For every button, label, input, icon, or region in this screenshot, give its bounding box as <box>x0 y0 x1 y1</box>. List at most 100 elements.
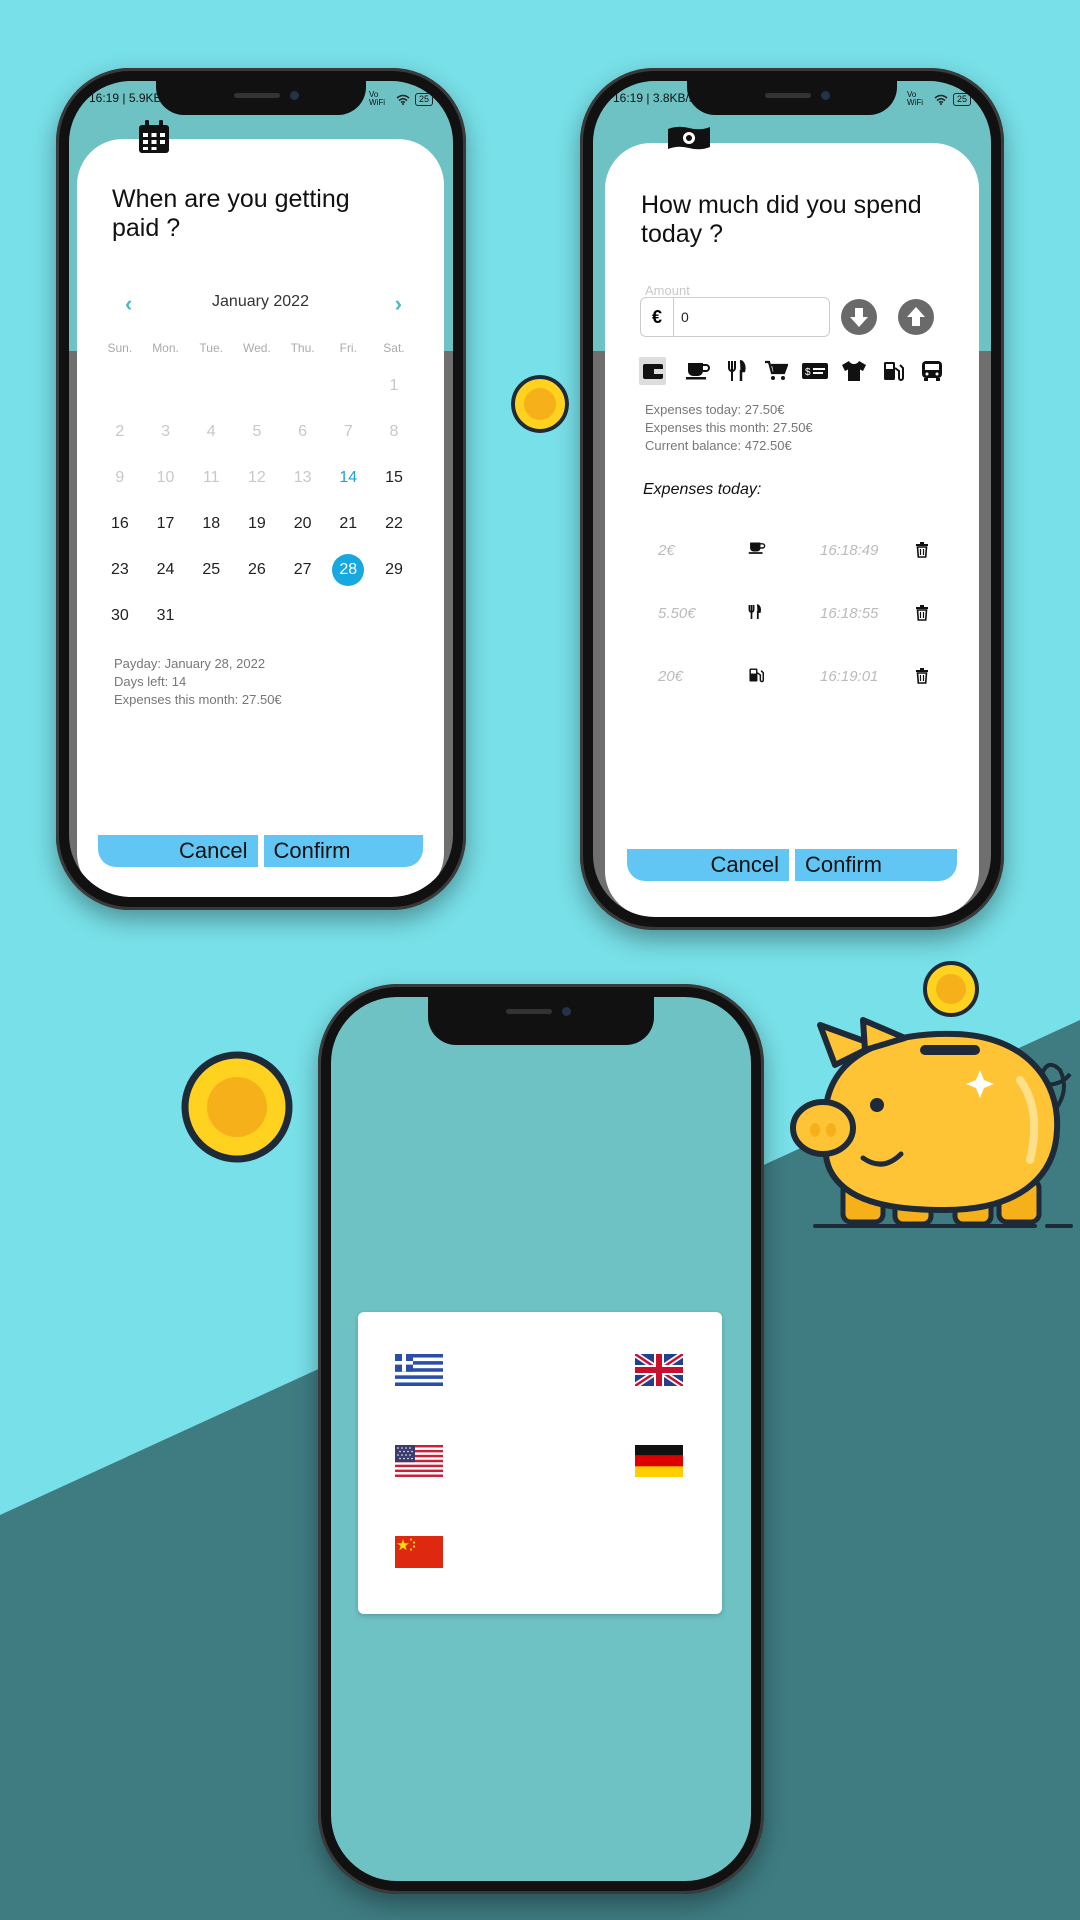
calendar-day[interactable]: 17 <box>143 515 189 533</box>
calendar-day[interactable]: 22 <box>371 515 417 533</box>
weekday-label: Mon. <box>152 341 179 355</box>
calendar-day: 6 <box>280 423 326 441</box>
calendar-day[interactable]: 16 <box>97 515 143 533</box>
trash-icon[interactable] <box>915 605 929 625</box>
calendar-day[interactable]: 18 <box>188 515 234 533</box>
calendar-day-label: 18 <box>202 515 221 532</box>
arrow-down-circle-icon[interactable] <box>841 299 877 335</box>
expense-amount: 20€ <box>658 668 684 685</box>
wifi-icon <box>396 94 410 105</box>
calendar-week-row: 2 3 4 5 6 7 8 <box>97 409 417 455</box>
calendar-day-label: 20 <box>293 515 312 532</box>
calendar-day: 7 <box>325 423 371 441</box>
phone-screen: 16:19 | 5.9KB/s Vo WiFi 25 When are you … <box>69 81 453 897</box>
phone-screen: 16:19 | 3.8KB/s Vo WiFi 25 How much did … <box>593 81 991 917</box>
calendar-day-label: 30 <box>110 607 129 624</box>
flag-uk-icon[interactable] <box>635 1354 683 1386</box>
trash-icon[interactable] <box>915 542 929 562</box>
calendar-day-selected[interactable]: 28 <box>325 554 371 586</box>
trash-icon[interactable] <box>915 668 929 688</box>
wallet-icon[interactable] <box>639 357 666 385</box>
calendar-day[interactable]: 30 <box>97 607 143 625</box>
calendar-day[interactable]: 31 <box>143 607 189 625</box>
calendar-day-label: 28 <box>332 554 365 586</box>
cancel-button[interactable]: Cancel <box>98 835 258 867</box>
calendar-day-label: 10 <box>156 469 175 486</box>
amount-label: Amount <box>645 283 690 298</box>
calendar-day[interactable]: 23 <box>97 561 143 579</box>
cancel-button[interactable]: Cancel <box>627 849 789 881</box>
banknote-icon <box>668 126 710 150</box>
calendar-day-label: 12 <box>248 469 266 486</box>
language-dialog <box>358 1312 722 1614</box>
calendar-day: 13 <box>280 469 326 487</box>
calendar-header: ‹ January 2022 › <box>77 289 444 319</box>
payday-info: Payday: January 28, 2022 Days left: 14 E… <box>114 655 282 709</box>
coffee-icon[interactable] <box>678 357 717 385</box>
expenses-month-text: Expenses this month: 27.50€ <box>114 692 282 707</box>
calendar-day-label: 6 <box>298 423 308 440</box>
phone-notch <box>687 81 897 115</box>
calendar-day: 10 <box>143 469 189 487</box>
flag-usa-icon[interactable] <box>395 1445 443 1477</box>
amount-input[interactable]: € 0 <box>640 297 830 337</box>
calendar-day-label: 29 <box>385 561 403 578</box>
expenses-month-text: Expenses this month: 27.50€ <box>645 420 813 435</box>
phone-notch <box>428 997 654 1045</box>
calendar-week-row: 16 17 18 19 20 21 22 <box>97 501 417 547</box>
wifi-icon <box>934 94 948 105</box>
weekday-label: Thu. <box>290 341 315 355</box>
calendar-day[interactable]: 19 <box>234 515 280 533</box>
confirm-button[interactable]: Confirm <box>795 849 957 881</box>
wifi-status: Vo WiFi <box>368 90 385 107</box>
calendar-card: When are you getting paid ? ‹ January 20… <box>77 139 444 897</box>
calendar-week-row: 23 24 25 26 27 28 29 <box>97 547 417 593</box>
calendar-day[interactable]: 25 <box>188 561 234 579</box>
calendar-day[interactable]: 24 <box>143 561 189 579</box>
battery-indicator: 25 <box>414 92 433 106</box>
weekday-label: Sat. <box>383 341 405 355</box>
calendar-day-label: 14 <box>339 469 358 486</box>
calendar-day-label: 9 <box>115 469 125 486</box>
flag-china-icon[interactable] <box>395 1536 443 1568</box>
phone-language <box>318 984 764 1894</box>
expense-row: 5.50€ 16:18:55 <box>605 600 979 630</box>
calendar-day: 1 <box>371 377 417 395</box>
category-selector: $ <box>639 357 951 385</box>
calendar-month-label: January 2022 <box>212 293 309 310</box>
piggy-bank-illustration <box>790 1017 1073 1228</box>
calendar-day[interactable]: 21 <box>325 515 371 533</box>
calendar-day[interactable]: 27 <box>280 561 326 579</box>
chevron-right-icon[interactable]: › <box>395 291 402 317</box>
calendar-day[interactable]: 20 <box>280 515 326 533</box>
cart-icon[interactable] <box>756 357 795 385</box>
calendar-day-label: 1 <box>389 377 399 394</box>
calendar-day-label: 8 <box>389 423 399 440</box>
status-time: 16:19 | 3.8KB/s <box>613 91 695 105</box>
fuel-icon[interactable] <box>873 357 912 385</box>
restaurant-icon[interactable] <box>717 357 756 385</box>
calendar-day[interactable]: 14 <box>325 469 371 487</box>
coin-icon <box>511 375 569 433</box>
calendar-day-label: 15 <box>385 469 403 486</box>
confirm-button[interactable]: Confirm <box>264 835 424 867</box>
calendar-day: 5 <box>234 423 280 441</box>
flag-germany-icon[interactable] <box>635 1445 683 1477</box>
bus-icon[interactable] <box>912 357 951 385</box>
phone-notch <box>156 81 366 115</box>
fuel-icon <box>748 667 764 687</box>
shirt-icon[interactable] <box>834 357 873 385</box>
page-title: How much did you spend today ? <box>641 191 922 248</box>
calendar-day: 9 <box>97 469 143 487</box>
calendar-week-row: 1 <box>97 363 417 409</box>
amount-value: 0 <box>681 309 689 325</box>
calendar-day[interactable]: 29 <box>371 561 417 579</box>
arrow-up-circle-icon[interactable] <box>898 299 934 335</box>
calendar-day[interactable]: 15 <box>371 469 417 487</box>
flag-greece-icon[interactable] <box>395 1354 443 1386</box>
calendar-day[interactable]: 26 <box>234 561 280 579</box>
calendar-day-label: 17 <box>156 515 175 532</box>
coin-icon <box>181 1051 293 1163</box>
bill-icon[interactable]: $ <box>795 357 834 385</box>
calendar-day-label: 13 <box>293 469 312 486</box>
